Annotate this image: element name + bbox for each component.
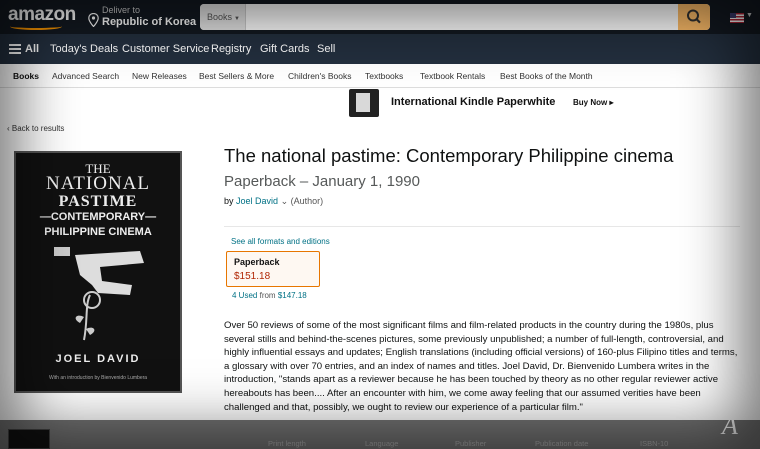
nav-customer-service[interactable]: Customer Service bbox=[122, 43, 209, 55]
search-category-label: Books bbox=[207, 12, 233, 22]
cover-line-5: PHILIPPINE CINEMA bbox=[44, 226, 152, 238]
cover-author: JOEL DAVID bbox=[55, 353, 141, 365]
subnav-advanced-search[interactable]: Advanced Search bbox=[52, 71, 119, 81]
product-title: The national pastime: Contemporary Phili… bbox=[224, 145, 674, 166]
subnav-books[interactable]: Books bbox=[13, 71, 39, 81]
cover-intro: With an introduction by Bienvenido Lumbe… bbox=[48, 375, 148, 381]
deliver-label: Deliver to bbox=[102, 5, 141, 15]
product-byline: by Joel David ⌄ (Author) bbox=[224, 196, 323, 207]
product-details-strip: Print length Language Publisher Publicat… bbox=[0, 420, 760, 449]
nav-registry[interactable]: Registry bbox=[211, 43, 251, 55]
nav-all[interactable]: All bbox=[25, 43, 39, 55]
books-subnav: Books Advanced Search New Releases Best … bbox=[0, 64, 760, 88]
kindle-banner-text[interactable]: International Kindle Paperwhite bbox=[391, 96, 555, 108]
subnav-childrens-books[interactable]: Children's Books bbox=[288, 71, 352, 81]
format-paperback-option[interactable]: Paperback $151.18 bbox=[226, 251, 320, 287]
detail-isbn-10: ISBN-10 bbox=[640, 439, 669, 448]
see-all-formats-link[interactable]: See all formats and editions bbox=[231, 237, 330, 246]
author-role: (Author) bbox=[290, 196, 324, 206]
location-pin-icon bbox=[88, 13, 99, 27]
nav-gift-cards[interactable]: Gift Cards bbox=[260, 43, 310, 55]
main-nav: All Today's Deals Customer Service Regis… bbox=[0, 34, 760, 64]
kindle-buy-now-link[interactable]: Buy Now ▸ bbox=[573, 98, 613, 107]
subnav-best-books-month[interactable]: Best Books of the Month bbox=[500, 71, 593, 81]
cover-line-4: —CONTEMPORARY— bbox=[39, 211, 157, 223]
product-description: Over 50 reviews of some of the most sign… bbox=[224, 320, 738, 413]
search-bar: Books ▼ bbox=[200, 4, 710, 30]
subnav-textbooks[interactable]: Textbooks bbox=[365, 71, 403, 81]
us-flag-icon[interactable] bbox=[730, 13, 744, 23]
kindle-device-image[interactable] bbox=[349, 89, 379, 117]
author-link[interactable]: Joel David bbox=[236, 196, 278, 206]
subnav-new-releases[interactable]: New Releases bbox=[132, 71, 187, 81]
used-from-label: from bbox=[259, 291, 276, 300]
top-nav: amazon Deliver to Republic of Korea Book… bbox=[0, 0, 760, 34]
format-price: $151.18 bbox=[234, 271, 271, 282]
used-price-link[interactable]: $147.18 bbox=[278, 291, 307, 300]
detail-print-length: Print length bbox=[268, 439, 306, 448]
format-name: Paperback bbox=[234, 257, 280, 267]
deliver-location: Republic of Korea bbox=[102, 16, 197, 28]
search-category-dropdown[interactable]: Books ▼ bbox=[200, 4, 246, 30]
book-thumbnail[interactable] bbox=[8, 429, 50, 449]
used-count-link[interactable]: 4 Used bbox=[232, 291, 257, 300]
search-input[interactable] bbox=[247, 4, 679, 30]
by-label: by bbox=[224, 196, 234, 206]
subnav-best-sellers[interactable]: Best Sellers & More bbox=[199, 71, 274, 81]
detail-publication-date: Publication date bbox=[535, 439, 589, 448]
chevron-down-icon[interactable]: ⌄ bbox=[281, 196, 289, 206]
used-offers: 4 Used from $147.18 bbox=[232, 291, 307, 300]
search-button[interactable] bbox=[678, 4, 710, 30]
subnav-textbook-rentals[interactable]: Textbook Rentals bbox=[420, 71, 485, 81]
search-icon bbox=[687, 9, 701, 24]
cover-line-2: NATIONAL bbox=[45, 173, 151, 194]
product-format-date: Paperback – January 1, 1990 bbox=[224, 173, 420, 190]
book-cover-image[interactable]: THE NATIONAL PASTIME —CONTEMPORARY— PHIL… bbox=[14, 151, 182, 393]
nav-sell[interactable]: Sell bbox=[317, 43, 335, 55]
nav-todays-deals[interactable]: Today's Deals bbox=[50, 43, 118, 55]
detail-language: Language bbox=[365, 439, 399, 448]
back-to-results-link[interactable]: ‹ Back to results bbox=[7, 124, 64, 133]
cover-illustration-icon bbox=[54, 247, 144, 341]
divider bbox=[224, 226, 740, 227]
watermark-logo: Á bbox=[722, 411, 738, 440]
chevron-down-icon: ▼ bbox=[746, 12, 753, 19]
detail-publisher: Publisher bbox=[455, 439, 487, 448]
cover-line-3: PASTIME bbox=[58, 193, 138, 210]
menu-icon[interactable] bbox=[9, 44, 21, 54]
chevron-down-icon: ▼ bbox=[234, 16, 240, 22]
logo-smile-icon bbox=[10, 23, 62, 30]
